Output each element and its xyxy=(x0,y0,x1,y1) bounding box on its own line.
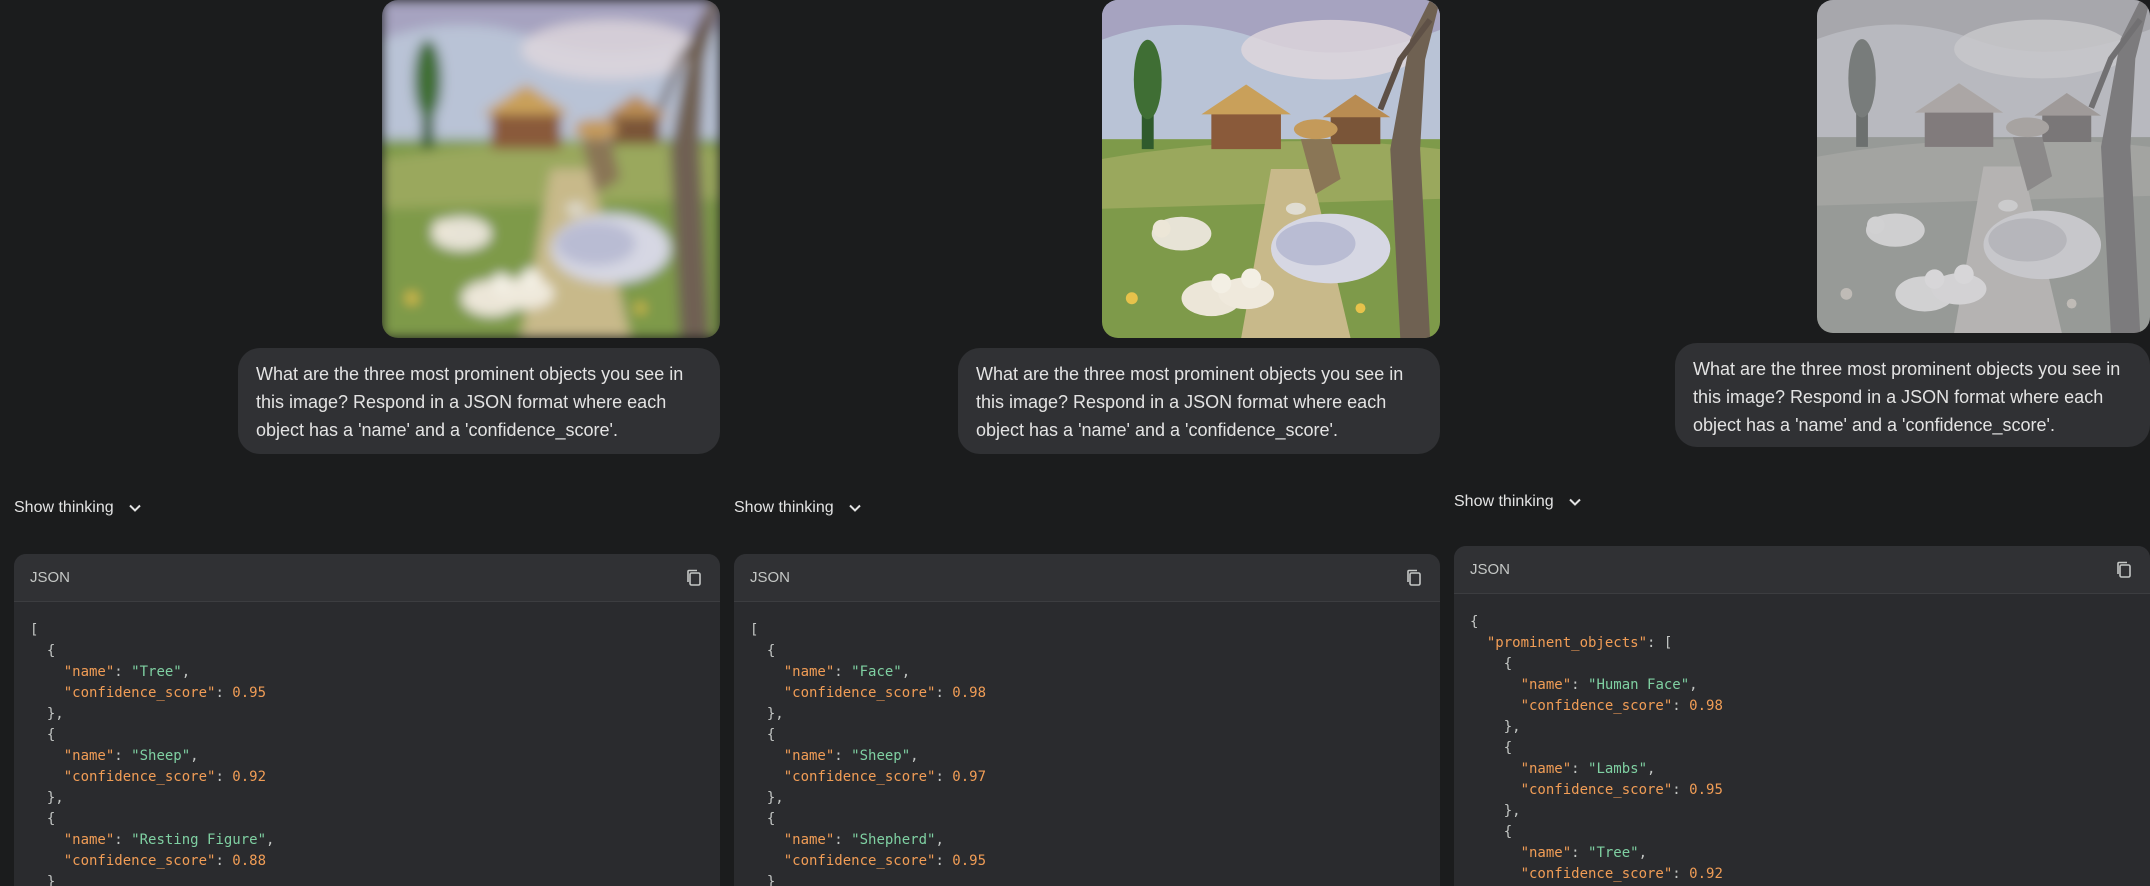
painting-image xyxy=(1102,0,1440,338)
code-line: "name": "Human Face", xyxy=(1470,677,1698,693)
code-line: }, xyxy=(750,790,784,806)
show-thinking-toggle[interactable]: Show thinking xyxy=(14,499,142,517)
code-line: { xyxy=(750,643,776,659)
prompt-text: What are the three most prominent object… xyxy=(976,364,1404,440)
uploaded-image[interactable] xyxy=(1817,0,2150,333)
code-line: "name": "Sheep", xyxy=(30,748,199,764)
uploaded-image[interactable] xyxy=(382,0,720,338)
code-content: [ { "name": "Tree", "confidence_score": … xyxy=(14,602,720,886)
uploaded-image[interactable] xyxy=(1102,0,1440,338)
code-line: "confidence_score": 0.88 xyxy=(30,853,267,869)
code-line: "confidence_score": 0.95 xyxy=(30,685,267,701)
panel-1: What are the three most prominent object… xyxy=(0,0,720,886)
code-block: JSON [ { "name": "Tree", "confidence_sco… xyxy=(14,554,720,886)
user-prompt-bubble: What are the three most prominent object… xyxy=(958,348,1440,454)
copy-icon[interactable] xyxy=(1404,568,1424,588)
show-thinking-toggle[interactable]: Show thinking xyxy=(1454,493,1582,511)
code-line: [ xyxy=(750,622,759,638)
user-prompt-bubble: What are the three most prominent object… xyxy=(238,348,720,454)
code-line: { xyxy=(750,727,776,743)
show-thinking-label: Show thinking xyxy=(1454,493,1554,510)
code-block-header: JSON xyxy=(734,554,1440,602)
code-line: { xyxy=(1470,740,1513,756)
code-line: }, xyxy=(30,790,64,806)
code-line: { xyxy=(30,727,56,743)
code-line: { xyxy=(30,811,56,827)
code-line: "confidence_score": 0.97 xyxy=(750,769,987,785)
code-line: "prominent_objects": [ xyxy=(1470,635,1673,651)
code-line: "name": "Tree", xyxy=(30,664,191,680)
code-line: } xyxy=(750,874,776,886)
code-line: "name": "Tree", xyxy=(1470,845,1648,861)
chevron-down-icon xyxy=(1568,498,1581,506)
copy-icon[interactable] xyxy=(684,568,704,588)
code-language-label: JSON xyxy=(1470,561,1511,578)
code-line: "confidence_score": 0.95 xyxy=(750,853,987,869)
code-block: JSON [ { "name": "Face", "confidence_sco… xyxy=(734,554,1440,886)
code-line: }, xyxy=(750,706,784,722)
code-language-label: JSON xyxy=(750,569,791,586)
code-line: }, xyxy=(1470,803,1521,819)
code-line: [ xyxy=(30,622,39,638)
code-line: { xyxy=(30,643,56,659)
panel-3: What are the three most prominent object… xyxy=(1440,0,2150,886)
code-line: }, xyxy=(1470,719,1521,735)
code-line: { xyxy=(750,811,776,827)
prompt-text: What are the three most prominent object… xyxy=(1693,359,2121,435)
prompt-text: What are the three most prominent object… xyxy=(256,364,684,440)
show-thinking-toggle[interactable]: Show thinking xyxy=(734,499,862,517)
code-line: "name": "Face", xyxy=(750,664,911,680)
painting-image xyxy=(1817,0,2150,333)
code-line: } xyxy=(30,874,56,886)
code-line: "confidence_score": 0.92 xyxy=(30,769,267,785)
code-content: { "prominent_objects": [ { "name": "Huma… xyxy=(1454,594,2150,886)
code-line: "confidence_score": 0.95 xyxy=(1470,782,1723,798)
code-content: [ { "name": "Face", "confidence_score": … xyxy=(734,602,1440,886)
code-line: "confidence_score": 0.98 xyxy=(750,685,987,701)
code-line: "confidence_score": 0.98 xyxy=(1470,698,1723,714)
code-line: "confidence_score": 0.92 xyxy=(1470,866,1723,882)
code-line: { xyxy=(1470,824,1513,840)
painting-image xyxy=(382,0,720,338)
code-block-header: JSON xyxy=(1454,546,2150,594)
chevron-down-icon xyxy=(848,504,861,512)
user-prompt-bubble: What are the three most prominent object… xyxy=(1675,343,2150,447)
code-line: "name": "Shepherd", xyxy=(750,832,944,848)
code-language-label: JSON xyxy=(30,569,71,586)
code-line: "name": "Resting Figure", xyxy=(30,832,275,848)
copy-icon[interactable] xyxy=(2114,560,2134,580)
show-thinking-label: Show thinking xyxy=(734,499,834,516)
code-line: { xyxy=(1470,656,1513,672)
show-thinking-label: Show thinking xyxy=(14,499,114,516)
code-block: JSON { "prominent_objects": [ { "name": … xyxy=(1454,546,2150,886)
code-line: "name": "Sheep", xyxy=(750,748,919,764)
code-line: { xyxy=(1470,614,1479,630)
code-line: }, xyxy=(30,706,64,722)
code-line: "name": "Lambs", xyxy=(1470,761,1656,777)
panel-2: What are the three most prominent object… xyxy=(720,0,1440,886)
code-block-header: JSON xyxy=(14,554,720,602)
chevron-down-icon xyxy=(128,504,141,512)
